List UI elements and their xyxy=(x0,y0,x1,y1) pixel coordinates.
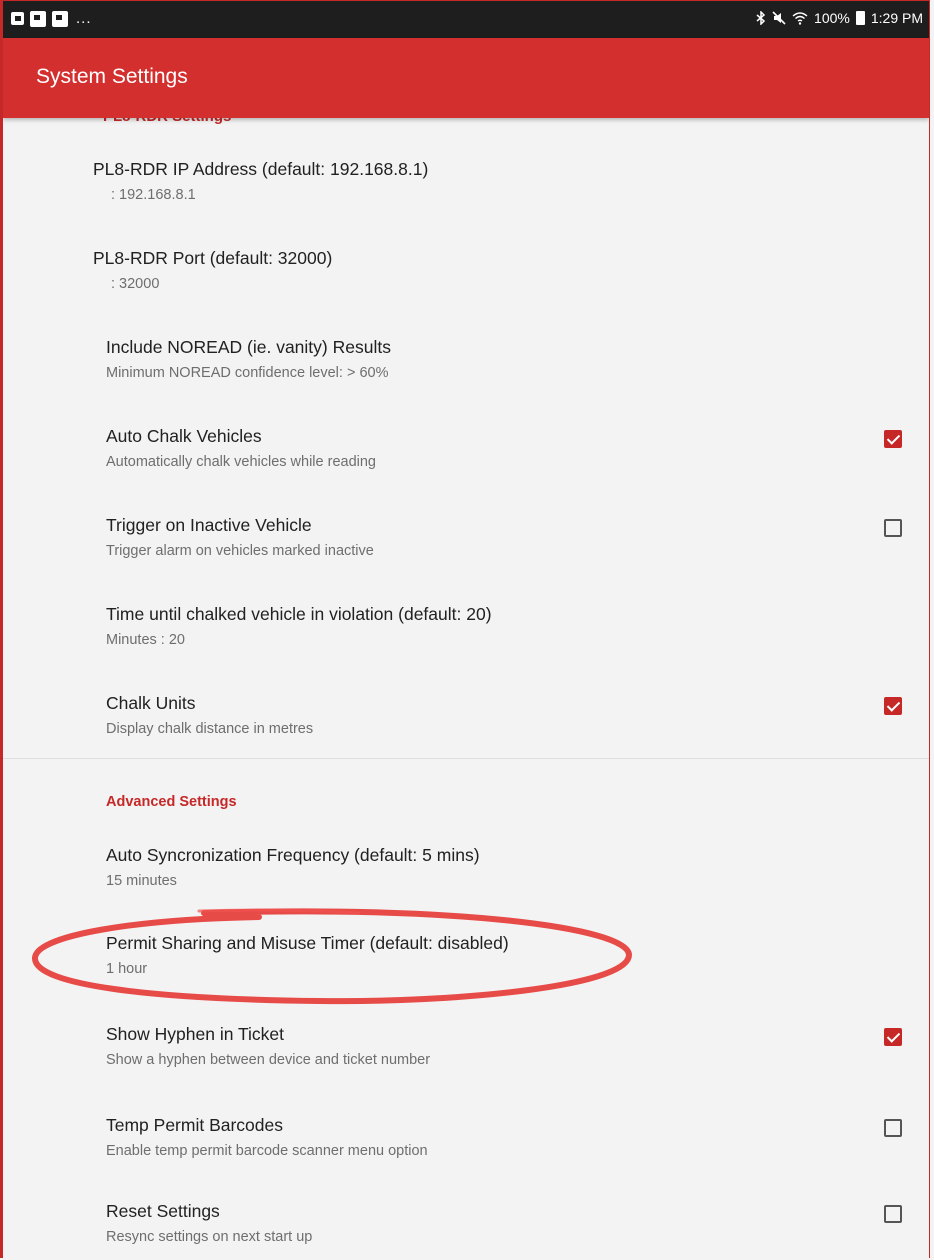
setting-title: Chalk Units xyxy=(106,693,196,713)
app-window: ... 100% 1:29 PM System Settings PL8-RDR… xyxy=(0,0,930,1258)
notification-flipboard-icon xyxy=(30,10,46,27)
setting-pl8-ip-address[interactable]: PL8-RDR IP Address (default: 192.168.8.1… xyxy=(3,159,929,239)
wifi-icon xyxy=(792,12,808,25)
notification-a-icon xyxy=(11,12,24,25)
setting-summary: Automatically chalk vehicles while readi… xyxy=(106,454,376,470)
section-header-advanced: Advanced Settings xyxy=(106,794,237,810)
setting-title: PL8-RDR Port (default: 32000) xyxy=(93,248,333,268)
setting-title: PL8-RDR IP Address (default: 192.168.8.1… xyxy=(93,159,429,179)
setting-summary: 15 minutes xyxy=(106,873,177,889)
setting-pl8-port[interactable]: PL8-RDR Port (default: 32000) : 32000 xyxy=(3,248,929,328)
setting-title: Auto Chalk Vehicles xyxy=(106,426,262,446)
battery-percent: 100% xyxy=(814,10,850,26)
setting-reset-settings[interactable]: Reset Settings Resync settings on next s… xyxy=(3,1201,929,1258)
setting-temp-permit-barcodes[interactable]: Temp Permit Barcodes Enable temp permit … xyxy=(3,1115,929,1195)
setting-auto-sync-frequency[interactable]: Auto Syncronization Frequency (default: … xyxy=(3,845,929,925)
trigger-inactive-checkbox[interactable] xyxy=(884,519,902,537)
page-title: System Settings xyxy=(36,65,188,88)
battery-icon xyxy=(855,11,865,25)
more-notifications: ... xyxy=(76,10,92,27)
setting-chalk-violation-time[interactable]: Time until chalked vehicle in violation … xyxy=(3,604,929,684)
setting-chalk-units[interactable]: Chalk Units Display chalk distance in me… xyxy=(3,693,929,773)
temp-permit-checkbox[interactable] xyxy=(884,1119,902,1137)
setting-title: Time until chalked vehicle in violation … xyxy=(106,604,492,624)
setting-title: Include NOREAD (ie. vanity) Results xyxy=(106,337,391,357)
setting-trigger-inactive-vehicle[interactable]: Trigger on Inactive Vehicle Trigger alar… xyxy=(3,515,929,595)
setting-show-hyphen[interactable]: Show Hyphen in Ticket Show a hyphen betw… xyxy=(3,1024,929,1104)
setting-title: Show Hyphen in Ticket xyxy=(106,1024,285,1044)
setting-title: Auto Syncronization Frequency (default: … xyxy=(106,845,480,865)
status-bar: ... 100% 1:29 PM xyxy=(3,1,929,38)
setting-include-noread[interactable]: Include NOREAD (ie. vanity) Results Mini… xyxy=(3,337,929,417)
setting-summary: Resync settings on next start up xyxy=(106,1229,313,1245)
setting-summary: Show a hyphen between device and ticket … xyxy=(106,1052,431,1068)
setting-summary: : 192.168.8.1 xyxy=(111,187,196,203)
auto-chalk-checkbox[interactable] xyxy=(884,430,902,448)
app-bar: System Settings xyxy=(3,38,929,118)
system-indicators: 100% 1:29 PM xyxy=(756,10,923,26)
setting-summary: 1 hour xyxy=(106,961,148,977)
setting-title: Permit Sharing and Misuse Timer (default… xyxy=(106,933,509,953)
show-hyphen-checkbox[interactable] xyxy=(884,1028,902,1046)
notification-flipboard-icon-2 xyxy=(52,10,68,27)
setting-summary: Minimum NOREAD confidence level: > 60% xyxy=(106,365,389,381)
mute-icon xyxy=(772,11,786,25)
setting-auto-chalk-vehicles[interactable]: Auto Chalk Vehicles Automatically chalk … xyxy=(3,426,929,506)
chalk-units-checkbox[interactable] xyxy=(884,697,902,715)
reset-settings-checkbox[interactable] xyxy=(884,1205,902,1223)
clock: 1:29 PM xyxy=(870,10,923,26)
setting-summary: Minutes : 20 xyxy=(106,632,185,648)
setting-title: Trigger on Inactive Vehicle xyxy=(106,515,312,535)
section-divider xyxy=(3,758,929,759)
setting-title: Reset Settings xyxy=(106,1201,220,1221)
setting-summary: Trigger alarm on vehicles marked inactiv… xyxy=(106,543,374,559)
setting-permit-sharing-timer[interactable]: Permit Sharing and Misuse Timer (default… xyxy=(3,933,929,1013)
bluetooth-icon xyxy=(756,11,766,25)
setting-summary: Display chalk distance in metres xyxy=(106,721,314,737)
setting-summary: Enable temp permit barcode scanner menu … xyxy=(106,1143,428,1159)
setting-summary: : 32000 xyxy=(111,276,160,292)
notification-icons: ... xyxy=(11,10,92,27)
setting-title: Temp Permit Barcodes xyxy=(106,1115,284,1135)
